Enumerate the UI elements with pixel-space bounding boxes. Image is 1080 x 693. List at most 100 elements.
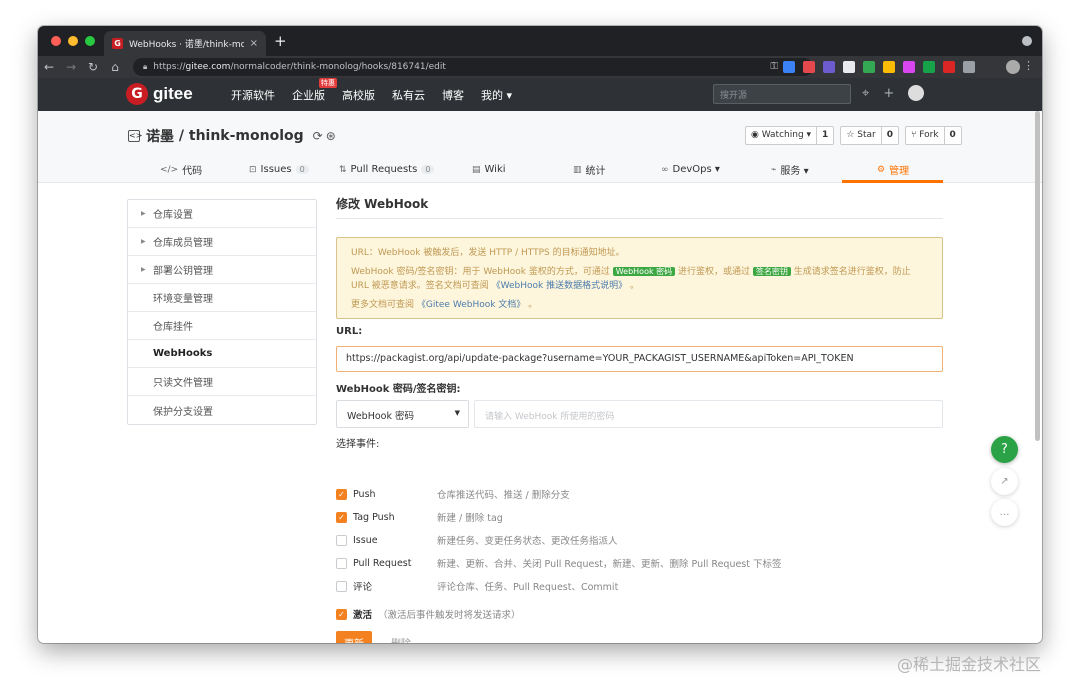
- nav-enterprise[interactable]: 企业版 特惠: [292, 77, 337, 103]
- update-button[interactable]: 更新: [336, 631, 372, 643]
- close-tab-icon[interactable]: ×: [250, 38, 258, 49]
- event-issue[interactable]: Issue 新建任务、变更任务状态、更改任务指派人: [336, 533, 618, 547]
- new-tab-button[interactable]: +: [274, 32, 287, 50]
- event-pull-request[interactable]: Pull Request 新建、更新、合并、关闭 Pull Request，新建、…: [336, 556, 782, 570]
- scrollbar[interactable]: [1034, 111, 1040, 643]
- repo-name[interactable]: think-monolog: [189, 128, 304, 144]
- sidebar-item-label: WebHooks: [153, 348, 213, 359]
- watch-count[interactable]: 1: [817, 127, 833, 144]
- sidebar-item-repo-settings[interactable]: ▶ 仓库设置: [128, 200, 316, 228]
- manage-icon: ⚙: [877, 164, 886, 175]
- extension-icon[interactable]: [783, 61, 795, 73]
- sidebar-item-members[interactable]: ▶ 仓库成员管理: [128, 228, 316, 256]
- event-tag-push[interactable]: ✓ Tag Push 新建 / 删除 tag: [336, 510, 503, 524]
- window-controls: [51, 36, 95, 46]
- maximize-window-button[interactable]: [85, 36, 95, 46]
- event-comment[interactable]: 评论 评论仓库、任务、Pull Request、Commit: [336, 579, 618, 593]
- repo-header: <> 诺墨 / think-monolog ⟳⊛ ◉ Watching ▾ 1 …: [38, 111, 1042, 183]
- checkbox-issue[interactable]: [336, 534, 347, 546]
- nav-education[interactable]: 高校版: [342, 87, 375, 103]
- tab-services[interactable]: ⌁ 服务 ▾: [771, 156, 809, 183]
- repo-owner[interactable]: 诺墨: [146, 126, 174, 146]
- back-icon[interactable]: ←: [38, 60, 60, 74]
- star-count[interactable]: 0: [882, 127, 898, 144]
- fork-icon: ⑂: [910, 130, 920, 140]
- sidebar-item-readonly-files[interactable]: 只读文件管理: [128, 368, 316, 396]
- extension-icon[interactable]: [863, 61, 875, 73]
- extension-icon[interactable]: [923, 61, 935, 73]
- webhook-doc-link[interactable]: 《Gitee WebHook 文档》: [417, 300, 525, 310]
- active-tab-indicator: [842, 180, 943, 183]
- url-input[interactable]: https://packagist.org/api/update-package…: [336, 346, 943, 372]
- sidebar-item-widgets[interactable]: 仓库挂件: [128, 312, 316, 340]
- forward-icon[interactable]: →: [60, 60, 82, 74]
- watch-button[interactable]: ◉ Watching ▾ 1: [745, 126, 835, 145]
- tab-manage[interactable]: ⚙ 管理: [877, 156, 909, 183]
- sidebar-item-env-vars[interactable]: 环境变量管理: [128, 284, 316, 312]
- location-icon[interactable]: ⌖: [862, 86, 869, 101]
- minimize-window-button[interactable]: [68, 36, 78, 46]
- checkbox-comment[interactable]: [336, 580, 347, 592]
- nav-open-source[interactable]: 开源软件: [231, 87, 275, 103]
- scrollbar-thumb[interactable]: [1035, 111, 1040, 441]
- fork-button[interactable]: ⑂ Fork 0: [904, 126, 962, 145]
- tab-issues[interactable]: ⊡ Issues 0: [249, 156, 309, 183]
- sidebar-item-protected-branches[interactable]: 保护分支设置: [128, 396, 316, 424]
- browser-menu-icon[interactable]: ⋮: [1023, 59, 1034, 72]
- sidebar-item-deploy-keys[interactable]: ▶ 部署公钥管理: [128, 256, 316, 284]
- tab-wiki[interactable]: ▤ Wiki: [472, 156, 506, 183]
- reload-icon[interactable]: ↻: [82, 60, 104, 74]
- extension-icon[interactable]: [843, 61, 855, 73]
- extension-icon[interactable]: [943, 61, 955, 73]
- tab-label: 服务 ▾: [780, 166, 809, 177]
- extension-icon[interactable]: [823, 61, 835, 73]
- delete-button[interactable]: 删除: [391, 635, 411, 643]
- tab-stats[interactable]: ▥ 统计: [573, 156, 606, 183]
- gitee-logo[interactable]: G gitee: [126, 83, 193, 105]
- sidebar-item-label: 仓库挂件: [153, 322, 193, 333]
- sidebar-item-webhooks[interactable]: WebHooks: [128, 340, 316, 368]
- user-avatar[interactable]: [908, 85, 925, 101]
- repo-title: <> 诺墨 / think-monolog ⟳⊛: [128, 126, 339, 146]
- share-button[interactable]: ↗: [991, 468, 1018, 495]
- sync-icon[interactable]: ⟳⊛: [313, 129, 339, 143]
- help-button[interactable]: ?: [991, 436, 1018, 463]
- nav-private-cloud[interactable]: 私有云: [392, 87, 425, 103]
- plus-icon[interactable]: +: [883, 86, 894, 101]
- tab-devops[interactable]: ∞ DevOps ▾: [661, 156, 720, 183]
- checkbox-pull-request[interactable]: [336, 557, 347, 569]
- address-bar[interactable]: 🔒︎ https:// gitee.com /normalcoder/think…: [133, 58, 813, 76]
- browser-toolbar: ← → ↻ ⌂ 🔒︎ https:// gitee.com /normalcod…: [38, 56, 1042, 78]
- home-icon[interactable]: ⌂: [104, 60, 126, 74]
- checkbox-activate[interactable]: ✓: [336, 608, 347, 620]
- browser-tab[interactable]: G WebHooks · 诺墨/think-monolo ×: [104, 31, 266, 56]
- event-push[interactable]: ✓ Push 仓库推送代码、推送 / 删除分支: [336, 487, 570, 501]
- star-button[interactable]: ☆ Star 0: [840, 126, 899, 145]
- tab-search-icon[interactable]: [1022, 36, 1032, 46]
- tab-code[interactable]: </> 代码: [160, 156, 202, 183]
- activate-toggle[interactable]: ✓ 激活 （激活后事件触发时将发送请求）: [336, 607, 521, 621]
- fork-count[interactable]: 0: [945, 127, 961, 144]
- event-name: Issue: [353, 534, 378, 546]
- checkbox-tag-push[interactable]: ✓: [336, 511, 347, 523]
- close-window-button[interactable]: [51, 36, 61, 46]
- promo-badge: 特惠: [319, 77, 337, 88]
- gitee-header: G gitee 开源软件 企业版 特惠 高校版 私有云 博客 我的 ▾ 搜开源 ⌖…: [38, 77, 1042, 111]
- secret-input[interactable]: 请输入 WebHook 所使用的密码: [474, 400, 943, 428]
- secret-type-select[interactable]: WebHook 密码 ▼: [336, 400, 469, 428]
- checkbox-push[interactable]: ✓: [336, 488, 347, 500]
- wiki-icon: ▤: [472, 164, 481, 175]
- nav-blog[interactable]: 博客: [442, 87, 464, 103]
- tab-pull-requests[interactable]: ⇅ Pull Requests 0: [339, 156, 435, 183]
- extension-icon[interactable]: [903, 61, 915, 73]
- search-input[interactable]: 搜开源: [713, 84, 851, 104]
- chat-button[interactable]: …: [991, 499, 1018, 526]
- puzzle-icon[interactable]: [963, 61, 975, 73]
- extension-icon[interactable]: [803, 61, 815, 73]
- nav-mine[interactable]: 我的 ▾: [481, 87, 512, 103]
- profile-avatar[interactable]: [1006, 60, 1020, 74]
- services-icon: ⌁: [771, 164, 777, 175]
- push-format-doc-link[interactable]: 《WebHook 推送数据格式说明》: [492, 281, 627, 291]
- extension-icon[interactable]: [883, 61, 895, 73]
- activate-desc: （激活后事件触发时将发送请求）: [378, 610, 521, 621]
